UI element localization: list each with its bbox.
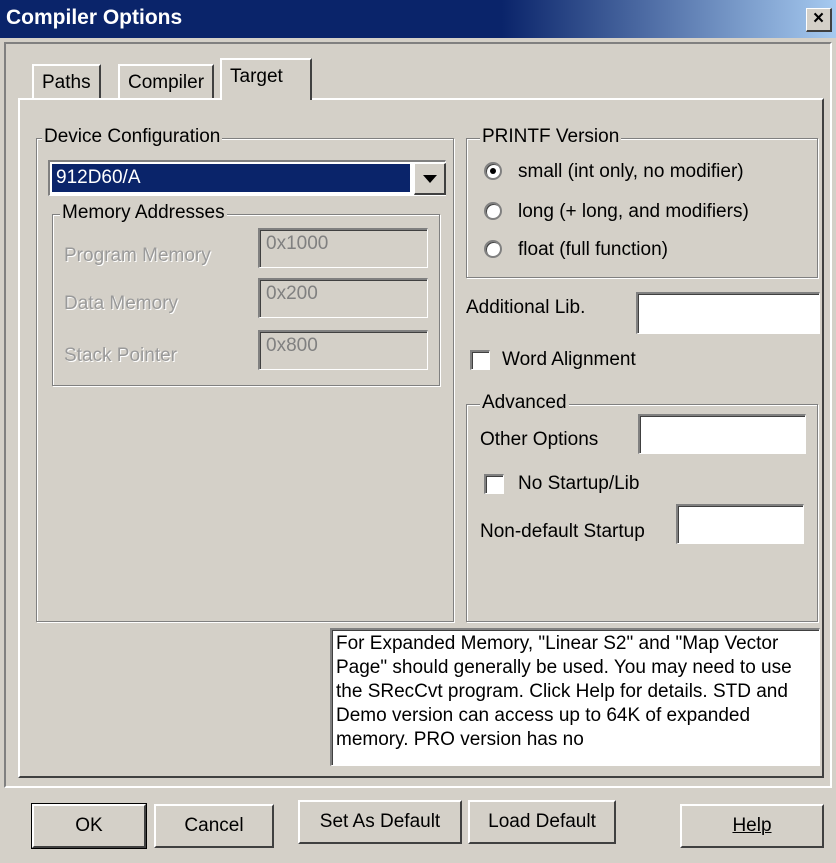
tab-paths[interactable]: Paths	[32, 64, 101, 100]
data-memory-field: 0x200	[258, 278, 428, 318]
printf-small-radio[interactable]	[484, 162, 502, 180]
dropdown-button[interactable]	[414, 163, 446, 195]
program-memory-label: Program Memory	[64, 245, 211, 266]
printf-small-label[interactable]: small (int only, no modifier)	[518, 160, 744, 184]
device-select[interactable]: 912D60/A	[48, 160, 446, 196]
printf-float-label[interactable]: float (full function)	[518, 238, 668, 262]
printf-long-label[interactable]: long (+ long, and modifiers)	[518, 200, 749, 224]
additional-lib-label: Additional Lib.	[466, 297, 586, 318]
cancel-button[interactable]: Cancel	[154, 804, 274, 848]
non-default-startup-label: Non-default Startup	[480, 521, 645, 542]
program-memory-field: 0x1000	[258, 228, 428, 268]
advanced-legend: Advanced	[480, 392, 569, 414]
word-alignment-label[interactable]: Word Alignment	[502, 348, 636, 372]
help-button[interactable]: Help	[680, 804, 824, 848]
printf-float-radio[interactable]	[484, 240, 502, 258]
printf-long-radio[interactable]	[484, 202, 502, 220]
ok-button[interactable]: OK	[31, 803, 147, 849]
device-select-value: 912D60/A	[52, 164, 410, 192]
close-button[interactable]: ×	[806, 8, 832, 32]
additional-lib-field[interactable]	[636, 292, 820, 334]
stack-pointer-label: Stack Pointer	[64, 345, 177, 366]
other-options-field[interactable]	[638, 414, 806, 454]
load-default-button[interactable]: Load Default	[468, 800, 616, 844]
non-default-startup-field[interactable]	[676, 504, 804, 544]
tab-target[interactable]: Target	[220, 58, 312, 100]
chevron-down-icon	[423, 175, 437, 183]
no-startup-checkbox[interactable]	[484, 474, 504, 494]
tab-compiler[interactable]: Compiler	[118, 64, 215, 100]
info-text-box[interactable]: For Expanded Memory, "Linear S2" and "Ma…	[330, 628, 820, 766]
no-startup-label[interactable]: No Startup/Lib	[518, 472, 639, 496]
set-as-default-button[interactable]: Set As Default	[298, 800, 462, 844]
window-title: Compiler Options	[6, 6, 183, 29]
word-alignment-checkbox[interactable]	[470, 350, 490, 370]
data-memory-label: Data Memory	[64, 293, 179, 314]
other-options-label: Other Options	[480, 429, 599, 450]
memory-addresses-legend: Memory Addresses	[60, 202, 227, 224]
stack-pointer-field: 0x800	[258, 330, 428, 370]
device-configuration-legend: Device Configuration	[42, 126, 223, 148]
radio-selected-dot	[490, 168, 496, 174]
printf-version-legend: PRINTF Version	[480, 126, 622, 148]
